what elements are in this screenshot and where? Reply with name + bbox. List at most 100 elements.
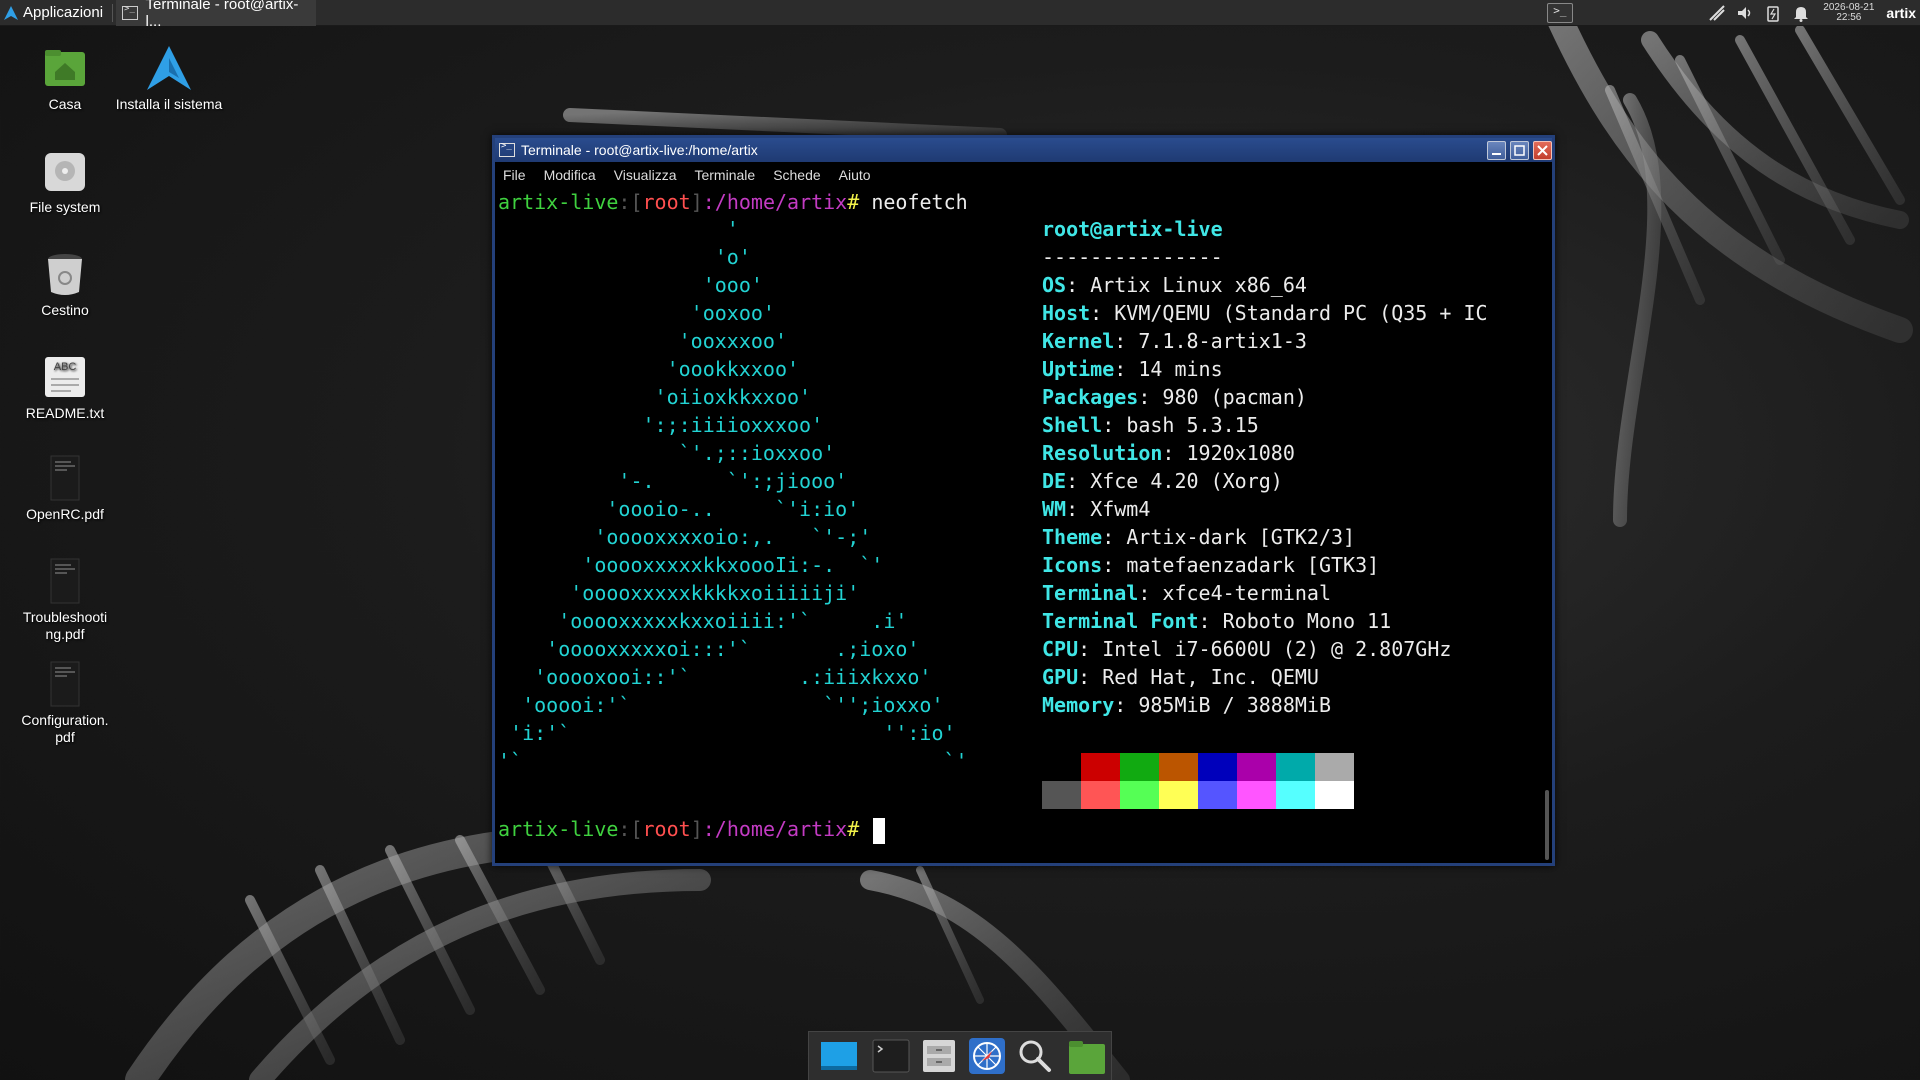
color-swatch <box>1159 753 1198 781</box>
ascii-logo-line: 'oookkxxoo' <box>498 357 800 381</box>
menu-modifica[interactable]: Modifica <box>544 167 596 183</box>
dock-home-folder[interactable] <box>1067 1036 1107 1076</box>
pdf-icon <box>41 660 89 708</box>
desktop-icon-label: Cestino <box>41 302 89 318</box>
panel-right-area: 2026-08-21 22:56 artix <box>1547 0 1920 26</box>
info-key: Icons <box>1042 553 1103 577</box>
prompt-user: root <box>642 190 691 214</box>
minimize-button[interactable] <box>1487 140 1506 160</box>
ascii-logo-line: 'o' <box>498 245 751 269</box>
desktop-icon-cestino[interactable]: Cestino <box>7 250 123 319</box>
info-row: Terminal: xfce4-terminal <box>1042 581 1331 605</box>
ascii-logo-line: 'oiioxkkxxoo' <box>498 385 812 409</box>
color-swatch <box>1315 753 1354 781</box>
taskbar-window-button[interactable]: Terminale - root@artix-l... <box>116 0 317 30</box>
panel-clock[interactable]: 2026-08-21 22:56 <box>1823 2 1874 23</box>
close-button[interactable] <box>1533 140 1552 160</box>
scrollbar-thumb[interactable] <box>1545 790 1549 860</box>
dock-terminal[interactable] <box>871 1036 911 1076</box>
info-row: Packages: 980 (pacman) <box>1042 385 1307 409</box>
ascii-logo-line: 'i:'` '':io' <box>498 721 956 745</box>
network-icon[interactable] <box>1707 3 1727 23</box>
artix-logo-icon <box>4 5 18 20</box>
terminal-window[interactable]: Terminale - root@artix-live:/home/artix … <box>492 135 1555 866</box>
info-separator: --------------- <box>1042 245 1223 269</box>
terminal-launcher-icon[interactable] <box>1547 2 1574 23</box>
applications-menu[interactable]: Applicazioni <box>0 0 109 26</box>
terminal-menubar: File Modifica Visualizza Terminale Sched… <box>495 162 1552 188</box>
info-key: Host <box>1042 301 1091 325</box>
menu-schede[interactable]: Schede <box>773 167 820 183</box>
ascii-logo-line: 'ooooxxxxxkxxoiiii:'` .i' <box>498 609 908 633</box>
desktop-icon-label: README.txt <box>25 405 105 421</box>
dock-app-finder[interactable] <box>1015 1036 1055 1076</box>
active-prompt-line[interactable]: artix-live:[root]:/home/artix# <box>498 815 886 844</box>
color-swatch <box>1315 781 1354 809</box>
prompt-host: artix-live <box>498 190 619 214</box>
ascii-logo-line: 'ooo' <box>498 273 763 297</box>
terminal-titlebar[interactable]: Terminale - root@artix-live:/home/artix <box>495 138 1552 162</box>
desktop-icon-casa[interactable]: Casa <box>7 44 123 113</box>
color-swatch <box>1120 781 1159 809</box>
info-row: Resolution: 1920x1080 <box>1042 441 1295 465</box>
neofetch-ascii-logo: ' 'o' 'ooo' 'ooxoo' 'ooxxxoo' 'oookkxxoo… <box>498 215 968 775</box>
taskbar-window-label: Terminale - root@artix-l... <box>145 0 299 30</box>
desktop-icon-label: Installa il sistema <box>115 96 223 112</box>
neofetch-info: root@artix-live --------------- OS: Arti… <box>1042 215 1488 719</box>
info-value: Red Hat, Inc. QEMU <box>1102 665 1319 689</box>
ascii-logo-line: '-. `':;jiooo' <box>498 469 848 493</box>
folder-icon <box>1069 1041 1105 1074</box>
menu-visualizza[interactable]: Visualizza <box>614 167 677 183</box>
desktop-icon-troubleshooting-pdf[interactable]: Troubleshooting.pdf <box>7 557 123 643</box>
applications-menu-label: Applicazioni <box>23 4 104 21</box>
info-row: CPU: Intel i7-6600U (2) @ 2.807GHz <box>1042 637 1452 661</box>
desktop-icon-openrc-pdf[interactable]: OpenRC.pdf <box>7 454 123 523</box>
info-value: Artix Linux x86_64 <box>1090 273 1307 297</box>
power-manager-icon[interactable] <box>1763 3 1783 23</box>
prompt-user: root <box>642 817 691 841</box>
panel-separator <box>112 3 114 22</box>
desktop-icon-readme[interactable]: ABC README.txt <box>7 353 123 422</box>
info-key: Terminal Font <box>1042 609 1199 633</box>
volume-icon[interactable] <box>1735 3 1755 23</box>
info-key: OS <box>1042 273 1067 297</box>
info-value: xfce4-terminal <box>1162 581 1331 605</box>
desktop-icon-file-system[interactable]: File system <box>7 147 123 216</box>
info-row: GPU: Red Hat, Inc. QEMU <box>1042 665 1319 689</box>
prompt-symbol: # <box>847 190 860 214</box>
info-header: root@artix-live <box>1042 217 1223 241</box>
command-line: artix-live:[root]:/home/artix# neofetch <box>498 190 968 214</box>
dock-show-desktop[interactable] <box>819 1036 859 1076</box>
dock-file-manager[interactable] <box>919 1036 959 1076</box>
ascii-logo-line: ':;:iiiioxxxoo' <box>498 413 824 437</box>
info-value: Xfwm4 <box>1090 497 1151 521</box>
browser-icon <box>969 1038 1005 1074</box>
menu-file[interactable]: File <box>503 167 526 183</box>
pdf-icon <box>41 454 89 502</box>
menu-terminale[interactable]: Terminale <box>694 167 755 183</box>
maximize-button[interactable] <box>1510 140 1529 160</box>
info-value: 7.1.8-artix1-3 <box>1138 329 1307 353</box>
info-value: 1920x1080 <box>1186 441 1295 465</box>
desktop-icon-configuration-pdf[interactable]: Configuration.pdf <box>7 660 123 746</box>
window-title: Terminale - root@artix-live:/home/artix <box>521 142 758 158</box>
notifications-bell-icon[interactable] <box>1791 3 1811 23</box>
color-swatch <box>1237 753 1276 781</box>
menu-aiuto[interactable]: Aiuto <box>839 167 871 183</box>
info-row: Theme: Artix-dark [GTK2/3] <box>1042 525 1356 549</box>
artix-installer-icon <box>145 44 193 92</box>
terminal-output[interactable]: artix-live:[root]:/home/artix# neofetch … <box>495 188 1552 863</box>
color-palette <box>1042 753 1354 809</box>
user-menu[interactable]: artix <box>1886 5 1916 21</box>
info-row: WM: Xfwm4 <box>1042 497 1151 521</box>
info-value: Artix-dark [GTK2/3] <box>1126 525 1356 549</box>
dock-web-browser[interactable] <box>967 1036 1007 1076</box>
info-value: bash 5.3.15 <box>1126 413 1259 437</box>
desktop-icon-installer[interactable]: Installa il sistema <box>111 44 227 113</box>
ascii-logo-line: 'ooooxxxxoio:,. `'-;' <box>498 525 872 549</box>
ascii-logo-line: 'ooooi:'` `'';ioxxo' <box>498 693 944 717</box>
info-value: 985MiB / 3888MiB <box>1138 693 1331 717</box>
terminal-scrollbar[interactable] <box>1545 296 1549 860</box>
top-panel: Applicazioni Terminale - root@artix-l...… <box>0 0 1920 30</box>
info-row: Icons: matefaenzadark [GTK3] <box>1042 553 1380 577</box>
